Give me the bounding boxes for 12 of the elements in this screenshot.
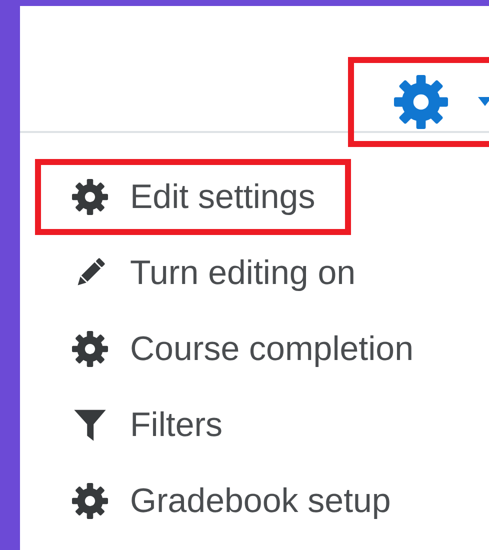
filter-icon bbox=[72, 407, 108, 443]
menu-item[interactable]: Edit settings bbox=[35, 159, 352, 235]
menu-item[interactable]: Course completion bbox=[35, 311, 450, 387]
menu-item[interactable]: Turn editing on bbox=[35, 235, 392, 311]
gear-icon bbox=[394, 75, 448, 129]
gear-icon bbox=[72, 483, 108, 519]
menu-item[interactable]: Filters bbox=[35, 387, 259, 463]
settings-button[interactable] bbox=[348, 57, 489, 147]
menu-item[interactable]: Gradebook setup bbox=[35, 463, 427, 539]
gear-icon bbox=[72, 331, 108, 367]
caret-icon bbox=[478, 97, 489, 107]
gear-icon bbox=[72, 179, 108, 215]
